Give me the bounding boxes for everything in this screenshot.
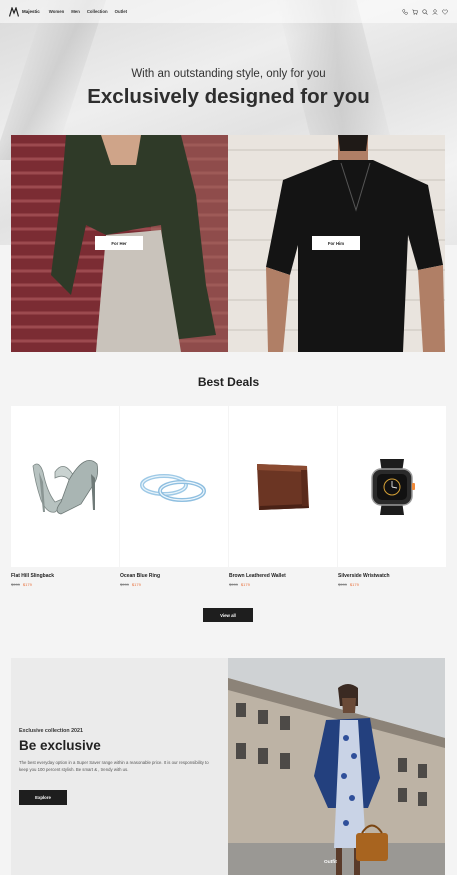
product-new-price: $179 bbox=[22, 582, 32, 587]
product-old-price: $999 bbox=[229, 582, 238, 587]
for-her-button[interactable]: For Her bbox=[95, 236, 143, 250]
wallet-icon bbox=[257, 463, 309, 510]
product-image[interactable] bbox=[338, 406, 446, 567]
hero-title: Exclusively designed for you bbox=[87, 85, 370, 108]
nav-link-outlet[interactable]: Outlet bbox=[115, 9, 127, 14]
nav-link-collection[interactable]: Collection bbox=[87, 9, 108, 14]
logo-icon bbox=[9, 6, 19, 17]
product-name[interactable]: Ocean Blue Ring bbox=[120, 573, 228, 579]
product-new-price: $179 bbox=[349, 582, 359, 587]
product-card[interactable]: Ocean Blue Ring $999 $179 bbox=[120, 406, 228, 587]
search-icon[interactable] bbox=[422, 8, 428, 15]
heart-icon[interactable] bbox=[442, 9, 448, 15]
nav-link-women[interactable]: Women bbox=[49, 9, 64, 14]
product-new-price: $179 bbox=[240, 582, 250, 587]
product-name[interactable]: Silverside Wristwatch bbox=[338, 573, 446, 579]
high-heel-icon bbox=[32, 459, 99, 514]
product-card[interactable]: Silverside Wristwatch $999 $179 bbox=[338, 406, 446, 587]
product-prices: $999 $179 bbox=[229, 582, 337, 587]
hero-subtitle: With an outstanding style, only for you bbox=[131, 68, 326, 80]
cart-icon[interactable] bbox=[412, 9, 418, 15]
explore-button[interactable]: Explore bbox=[19, 790, 67, 805]
outfit-photo bbox=[228, 658, 445, 875]
category-her-tile[interactable]: For Her bbox=[11, 135, 228, 352]
nav-icons bbox=[402, 8, 448, 15]
for-him-button[interactable]: For Him bbox=[312, 236, 360, 250]
product-name[interactable]: Brown Leathered Wallet bbox=[229, 573, 337, 579]
exclusive-eyebrow: Exclusive collection 2021 bbox=[19, 728, 83, 734]
product-name[interactable]: Flat Hill Slingback bbox=[11, 573, 119, 579]
ring-icon bbox=[140, 473, 206, 502]
user-icon[interactable] bbox=[432, 8, 438, 15]
brand-name: Majestic bbox=[22, 9, 40, 14]
phone-icon[interactable] bbox=[402, 8, 408, 15]
exclusive-title: Be exclusive bbox=[19, 738, 101, 753]
product-new-price: $179 bbox=[131, 582, 141, 587]
product-prices: $999 $179 bbox=[120, 582, 228, 587]
view-all-button[interactable]: View all bbox=[203, 608, 253, 622]
product-card[interactable]: Flat Hill Slingback $999 $179 bbox=[11, 406, 119, 587]
product-old-price: $999 bbox=[11, 582, 20, 587]
product-card[interactable]: Brown Leathered Wallet $999 $179 bbox=[229, 406, 337, 587]
product-image[interactable] bbox=[120, 406, 228, 567]
best-deals-heading: Best Deals bbox=[197, 375, 260, 389]
outfit-caption: Outfit bbox=[324, 860, 337, 865]
product-image[interactable] bbox=[229, 406, 337, 567]
watch-icon bbox=[371, 458, 415, 515]
product-old-price: $999 bbox=[338, 582, 347, 587]
product-prices: $999 $179 bbox=[11, 582, 119, 587]
brand-logo[interactable]: Majestic bbox=[9, 6, 40, 17]
product-old-price: $999 bbox=[120, 582, 129, 587]
product-image[interactable] bbox=[11, 406, 119, 567]
nav-links: Women Men Collection Outlet bbox=[49, 9, 127, 14]
product-prices: $999 $179 bbox=[338, 582, 446, 587]
exclusive-panel: Exclusive collection 2021 Be exclusive T… bbox=[11, 658, 228, 875]
outfit-image-tile[interactable]: Outfit bbox=[228, 658, 445, 875]
category-him-tile[interactable]: For Him bbox=[228, 135, 445, 352]
nav-link-men[interactable]: Men bbox=[71, 9, 80, 14]
exclusive-description: The best everyday option in a Super Save… bbox=[19, 760, 209, 772]
top-navbar: Majestic Women Men Collection Outlet bbox=[0, 0, 457, 23]
